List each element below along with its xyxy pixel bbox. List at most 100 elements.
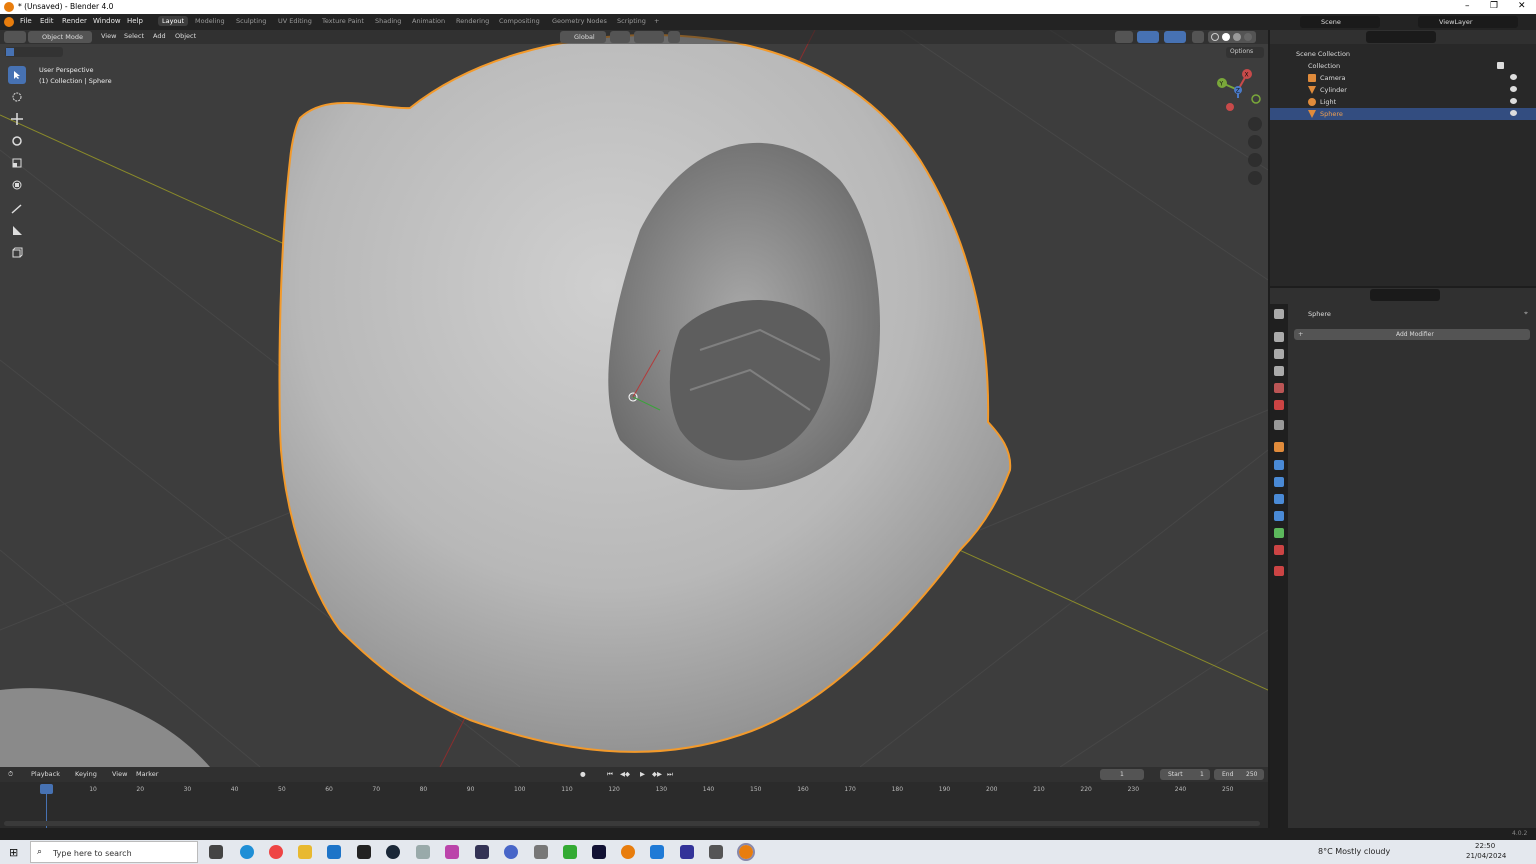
visibility-eye-icon[interactable] bbox=[1510, 110, 1517, 116]
tool-tab-icon[interactable] bbox=[1274, 309, 1284, 319]
tab-compositing[interactable]: Compositing bbox=[499, 17, 540, 25]
app-icon-2[interactable] bbox=[445, 845, 459, 859]
blender-active-taskbar-icon[interactable] bbox=[737, 843, 755, 861]
chrome-browser-icon[interactable] bbox=[269, 845, 283, 859]
playhead-handle[interactable] bbox=[40, 784, 53, 794]
menu-timeline-view[interactable]: View bbox=[112, 770, 127, 778]
visibility-eye-icon[interactable] bbox=[1510, 86, 1517, 92]
outliner-item-sphere[interactable]: Sphere bbox=[1270, 108, 1536, 120]
visibility-eye-icon[interactable] bbox=[1510, 74, 1517, 80]
app-icon-1[interactable] bbox=[416, 845, 430, 859]
app-icon-7[interactable] bbox=[592, 845, 606, 859]
editor-type-button[interactable] bbox=[4, 31, 26, 43]
menu-edit[interactable]: Edit bbox=[40, 17, 54, 25]
play-button[interactable]: ▶ bbox=[640, 770, 645, 778]
add-modifier-button[interactable]: + Add Modifier bbox=[1294, 329, 1530, 340]
timeline-editor-icon[interactable]: ⏱ bbox=[8, 770, 13, 779]
tab-animation[interactable]: Animation bbox=[412, 17, 445, 25]
add-workspace-icon[interactable]: + bbox=[654, 17, 659, 25]
select-new-icon[interactable] bbox=[6, 48, 14, 56]
annotate-icon[interactable] bbox=[8, 200, 26, 218]
menu-keying[interactable]: Keying bbox=[75, 770, 97, 778]
outliner-item-cylinder[interactable]: Cylinder bbox=[1270, 84, 1536, 96]
tab-modeling[interactable]: Modeling bbox=[195, 17, 225, 25]
scene-tab-icon[interactable] bbox=[1274, 383, 1284, 393]
end-frame-field[interactable]: End 250 bbox=[1214, 769, 1264, 780]
menu-object[interactable]: Object bbox=[175, 32, 196, 40]
physics-tab-icon[interactable] bbox=[1274, 494, 1284, 504]
mode-selector[interactable]: Object Mode bbox=[28, 31, 92, 43]
menu-select[interactable]: Select bbox=[124, 32, 144, 40]
options-dropdown[interactable]: Options bbox=[1226, 47, 1264, 58]
particles-tab-icon[interactable] bbox=[1274, 477, 1284, 487]
proportional-editing-button[interactable] bbox=[668, 31, 680, 43]
object-tab-icon[interactable] bbox=[1274, 442, 1284, 452]
render-tab-icon[interactable] bbox=[1274, 332, 1284, 342]
view-layer-tab-icon[interactable] bbox=[1274, 366, 1284, 376]
outliner-search-input[interactable] bbox=[1366, 31, 1436, 43]
perspective-toggle-icon[interactable] bbox=[1248, 171, 1262, 185]
app-icon-6[interactable] bbox=[563, 845, 577, 859]
outliner-scene-collection[interactable]: Scene Collection bbox=[1270, 48, 1536, 60]
edge-browser-icon[interactable] bbox=[240, 845, 254, 859]
move-icon[interactable] bbox=[8, 110, 26, 128]
blender-taskbar-icon[interactable] bbox=[621, 845, 635, 859]
3d-viewport[interactable] bbox=[0, 30, 1268, 767]
outliner-item-camera[interactable]: Camera bbox=[1270, 72, 1536, 84]
gizmo-toggle-button[interactable] bbox=[1137, 31, 1159, 43]
record-button[interactable]: ● bbox=[580, 770, 586, 778]
constraints-tab-icon[interactable] bbox=[1274, 511, 1284, 521]
shading-mode-buttons[interactable] bbox=[1208, 31, 1256, 43]
menu-playback[interactable]: Playback bbox=[31, 770, 60, 778]
menu-marker[interactable]: Marker bbox=[136, 770, 158, 778]
menu-view[interactable]: View bbox=[101, 32, 116, 40]
viewlayer-selector[interactable]: ViewLayer bbox=[1418, 16, 1518, 28]
maximize-button[interactable]: ❐ bbox=[1490, 1, 1498, 11]
start-windows-icon[interactable]: ⊞ bbox=[9, 846, 18, 859]
tab-scripting[interactable]: Scripting bbox=[617, 17, 646, 25]
cylinder-object[interactable] bbox=[0, 688, 210, 767]
properties-search-input[interactable] bbox=[1370, 289, 1440, 301]
app-icon-9[interactable] bbox=[709, 845, 723, 859]
taskbar-search-box[interactable]: ⌕ Type here to search bbox=[30, 841, 198, 863]
menu-file[interactable]: File bbox=[20, 17, 32, 25]
modifier-tab-icon[interactable] bbox=[1274, 460, 1284, 470]
zoom-icon[interactable] bbox=[1248, 117, 1262, 131]
app-icon-5[interactable] bbox=[534, 845, 548, 859]
menu-add[interactable]: Add bbox=[153, 32, 166, 40]
menu-render[interactable]: Render bbox=[62, 17, 87, 25]
material-tab-icon[interactable] bbox=[1274, 545, 1284, 555]
app-icon-3[interactable] bbox=[475, 845, 489, 859]
scale-icon[interactable] bbox=[8, 154, 26, 172]
jump-start-button[interactable]: ⏮ bbox=[607, 770, 613, 779]
transform-orientation-selector[interactable]: Global bbox=[560, 31, 606, 43]
transform-icon[interactable] bbox=[8, 176, 26, 194]
add-cube-icon[interactable] bbox=[8, 244, 26, 262]
cursor-icon[interactable] bbox=[8, 88, 26, 106]
tab-uv-editing[interactable]: UV Editing bbox=[278, 17, 312, 25]
measure-icon[interactable] bbox=[8, 222, 26, 240]
tab-shading[interactable]: Shading bbox=[375, 17, 401, 25]
start-frame-field[interactable]: Start 1 bbox=[1160, 769, 1210, 780]
epic-games-icon[interactable] bbox=[357, 845, 371, 859]
menu-help[interactable]: Help bbox=[127, 17, 143, 25]
gizmo-neg-y-handle[interactable] bbox=[1251, 94, 1261, 104]
navigation-gizmo[interactable]: X Y Z bbox=[1214, 66, 1264, 116]
select-box-icon[interactable] bbox=[8, 66, 26, 84]
collection-checkbox[interactable] bbox=[1497, 62, 1504, 69]
select-mode-buttons[interactable] bbox=[5, 47, 63, 57]
minimize-button[interactable]: – bbox=[1465, 1, 1470, 11]
wireframe-shading-icon[interactable] bbox=[1211, 33, 1219, 41]
current-frame-field[interactable]: 1 bbox=[1100, 769, 1144, 780]
scene-selector[interactable]: Scene bbox=[1300, 16, 1380, 28]
material-shading-icon[interactable] bbox=[1233, 33, 1241, 41]
rendered-shading-icon[interactable] bbox=[1244, 33, 1252, 41]
output-tab-icon[interactable] bbox=[1274, 349, 1284, 359]
steam-icon[interactable] bbox=[386, 845, 400, 859]
blender-menu-icon[interactable] bbox=[4, 17, 14, 27]
filter-icon[interactable] bbox=[1498, 31, 1512, 43]
tab-geometry-nodes[interactable]: Geometry Nodes bbox=[552, 17, 607, 25]
pan-hand-icon[interactable] bbox=[1248, 135, 1262, 149]
data-tab-icon[interactable] bbox=[1274, 528, 1284, 538]
next-keyframe-button[interactable]: ◆▶ bbox=[652, 770, 662, 778]
